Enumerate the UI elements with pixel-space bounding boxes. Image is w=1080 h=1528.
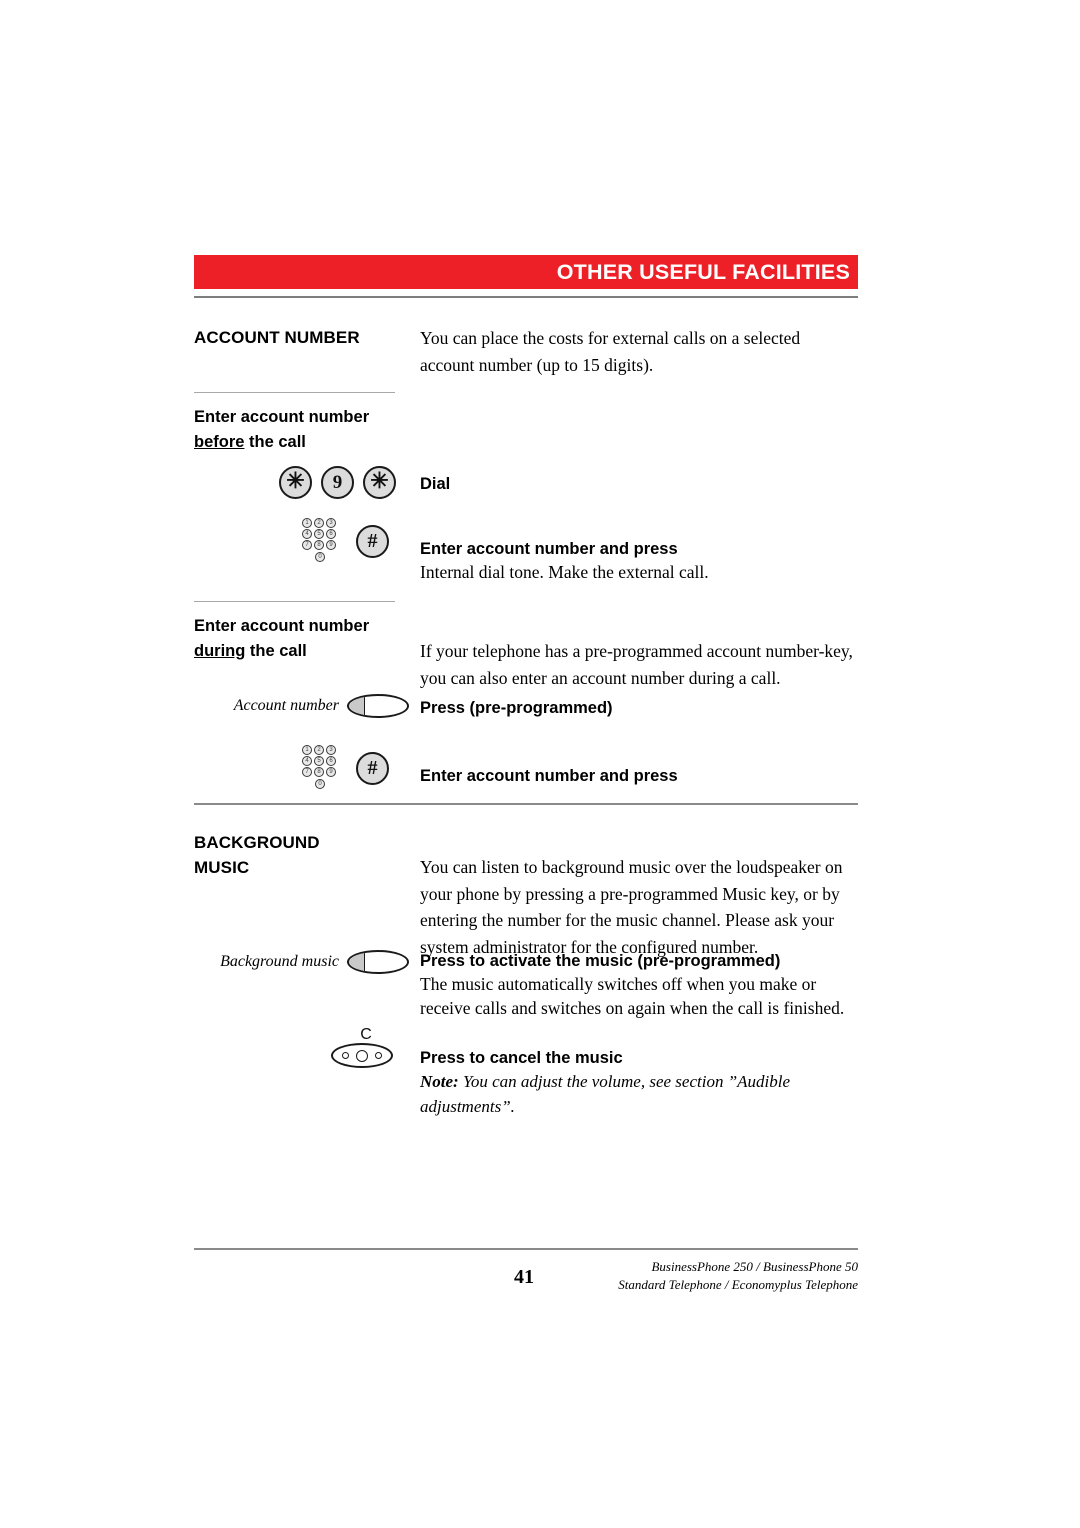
key-account-number-row: Account number (194, 694, 409, 718)
detail-internal-dial-tone: Internal dial tone. Make the external ca… (420, 562, 709, 582)
section-intro-background-music: You can listen to background music over … (420, 857, 843, 957)
subheading-before-call-emphasis: before (194, 433, 245, 451)
section-divider (194, 803, 858, 805)
function-key-icon[interactable] (347, 694, 409, 718)
keypad-dot: 1 (302, 745, 312, 755)
header-divider (194, 296, 858, 298)
key-label-account-number: Account number (233, 697, 339, 714)
keypad-dot: 6 (326, 529, 336, 539)
subsection-divider-before-call (194, 392, 395, 393)
keypad-icon[interactable]: 1 2 3 4 5 6 7 8 9 0 (302, 745, 342, 791)
keypad-dot: 4 (302, 756, 312, 766)
action-press-preprogrammed: Press (pre-programmed) (420, 699, 613, 717)
hash-key-icon[interactable]: # (356, 751, 389, 785)
section-intro-during-call: If your telephone has a pre-programmed a… (420, 641, 853, 688)
star-key-icon[interactable]: ✳ (279, 466, 312, 499)
keys-star-nine-star: ✳ 9 ✳ (279, 466, 396, 499)
keypad-dot: 5 (314, 529, 324, 539)
step-activate-music: Press to activate the music (pre-program… (420, 950, 858, 1020)
key-label-background-music: Background music (220, 953, 339, 970)
keypad-dot: 3 (326, 745, 336, 755)
key-background-music-row: Background music (194, 950, 409, 974)
document-page: OTHER USEFUL FACILITIES ACCOUNT NUMBER Y… (194, 0, 858, 1528)
keypad-dot: 7 (302, 540, 312, 550)
keypad-dot: 6 (326, 756, 336, 766)
keypad-dot: 9 (326, 540, 336, 550)
action-press-cancel-music: Press to cancel the music (420, 1049, 623, 1067)
star-key-icon[interactable]: ✳ (363, 466, 396, 499)
clear-key-dot-right (374, 1052, 382, 1059)
keys-keypad-hash-1: 1 2 3 4 5 6 7 8 9 0 # (302, 518, 389, 564)
step-cancel-music: Press to cancel the music Note: You can … (420, 1047, 858, 1119)
keypad-dot: 8 (314, 540, 324, 550)
subsection-divider-during-call (194, 601, 395, 602)
footer-line-1: BusinessPhone 250 / BusinessPhone 50 (651, 1259, 858, 1274)
clear-key-icon[interactable] (331, 1043, 393, 1068)
footer-product-info: BusinessPhone 250 / BusinessPhone 50 Sta… (438, 1258, 858, 1294)
step-enter-account-press-1: Enter account number and press Internal … (420, 538, 858, 584)
nine-key-icon[interactable]: 9 (321, 466, 354, 499)
hash-key-icon[interactable]: # (356, 524, 389, 558)
keypad-dot: 1 (302, 518, 312, 528)
action-enter-account-and-press: Enter account number and press (420, 540, 678, 558)
keypad-dot: 9 (326, 767, 336, 777)
page-title: OTHER USEFUL FACILITIES (556, 259, 850, 284)
subheading-during-call-emphasis: during (194, 642, 246, 660)
note-body: You can adjust the volume, see section ”… (420, 1072, 791, 1116)
keypad-dot-zero: 0 (315, 779, 325, 789)
subheading-during-call-line1: Enter account number (194, 617, 370, 635)
keypad-dot: 2 (314, 745, 324, 755)
note-volume-adjust: Note: You can adjust the volume, see sec… (420, 1069, 858, 1119)
keys-keypad-hash-2: 1 2 3 4 5 6 7 8 9 0 # (302, 745, 389, 791)
action-press-activate-music: Press to activate the music (pre-program… (420, 952, 781, 970)
section-intro-account-number: You can place the costs for external cal… (420, 328, 801, 375)
section-heading-account-number: ACCOUNT NUMBER (194, 328, 360, 347)
subheading-before-call-rest: the call (244, 433, 306, 451)
keypad-icon[interactable]: 1 2 3 4 5 6 7 8 9 0 (302, 518, 342, 564)
clear-key-letter: C (360, 1026, 372, 1043)
clear-key-dot-left (342, 1052, 350, 1059)
subheading-before-call-line1: Enter account number (194, 408, 370, 426)
footer-line-2: Standard Telephone / Economyplus Telepho… (618, 1277, 858, 1292)
section-heading-background-music-line2: MUSIC (194, 858, 250, 877)
page-header-bar: OTHER USEFUL FACILITIES (194, 255, 858, 289)
keypad-dot: 3 (326, 518, 336, 528)
keypad-dot: 2 (314, 518, 324, 528)
action-enter-account-and-press-2: Enter account number and press (420, 767, 678, 785)
footer-divider (194, 1248, 858, 1250)
keypad-dot: 4 (302, 529, 312, 539)
clear-key-dot-center (355, 1049, 368, 1062)
detail-music-autoswitch: The music automatically switches off whe… (420, 974, 845, 1018)
keypad-dot: 8 (314, 767, 324, 777)
keypad-dot-zero: 0 (315, 552, 325, 562)
keypad-dot: 7 (302, 767, 312, 777)
clear-key-group: C (331, 1026, 401, 1068)
section-heading-background-music-line1: BACKGROUND (194, 833, 320, 852)
subheading-during-call-rest: the call (245, 642, 307, 660)
function-key-icon[interactable] (347, 950, 409, 974)
action-dial: Dial (420, 475, 451, 493)
keypad-dot: 5 (314, 756, 324, 766)
note-label: Note: (420, 1072, 459, 1091)
